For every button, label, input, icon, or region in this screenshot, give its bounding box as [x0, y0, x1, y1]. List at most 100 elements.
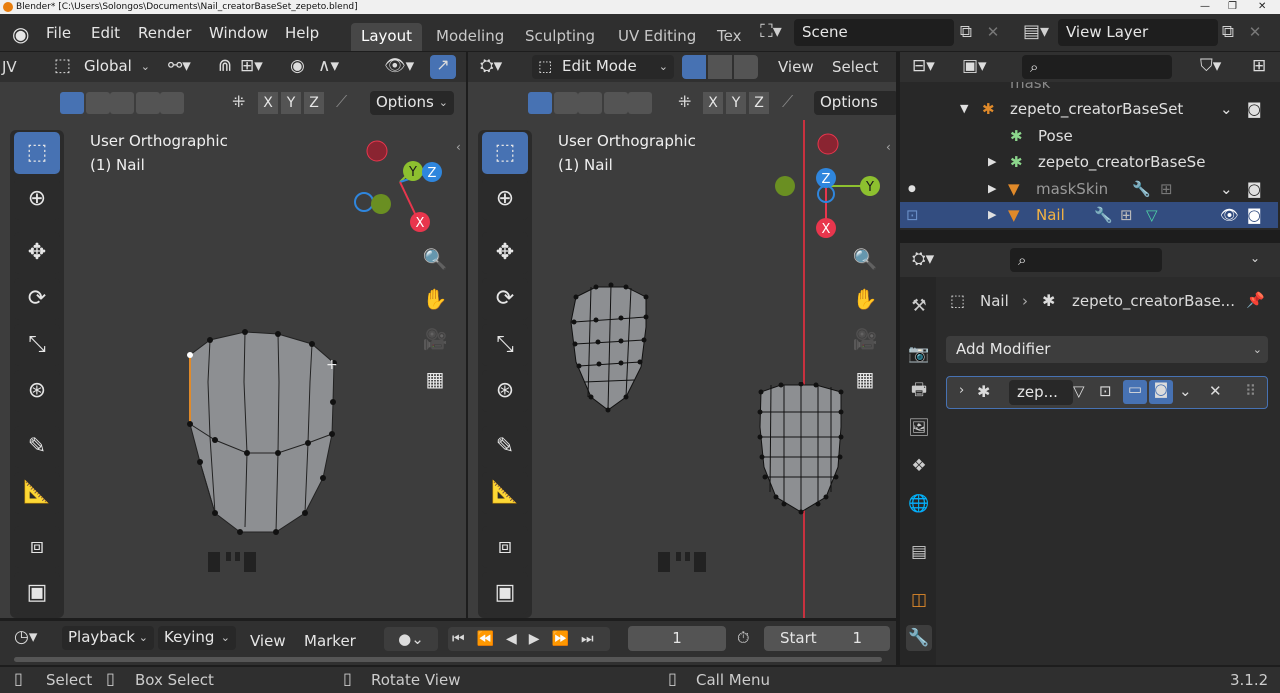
new-scene-icon[interactable]: ⧉: [954, 19, 978, 45]
axis-gizmo-left[interactable]: Y Z X: [350, 134, 450, 234]
add-cube-tool[interactable]: ⧈: [482, 526, 528, 568]
keying-dropdown[interactable]: Keying ⌄: [158, 626, 236, 650]
select-box-tool[interactable]: ⬚: [482, 132, 528, 174]
select-mode-subtract-icon[interactable]: [110, 92, 134, 114]
timeline-scrollbar[interactable]: [14, 657, 882, 662]
sidebar-toggle-icon[interactable]: ‹: [456, 140, 461, 154]
tab-modeling[interactable]: Modeling: [426, 23, 514, 51]
select-mode-extend-icon[interactable]: [554, 92, 578, 114]
select-mode-new-icon[interactable]: [60, 92, 84, 114]
pan-hand-icon[interactable]: ✋: [848, 282, 882, 316]
remove-modifier-icon[interactable]: ✕: [1209, 382, 1222, 400]
tab-layout[interactable]: Layout: [351, 23, 422, 51]
render-camera-icon[interactable]: ◙: [1247, 176, 1262, 202]
display-mode-icon[interactable]: ▣▾: [962, 56, 987, 76]
menu-render[interactable]: Render: [138, 24, 191, 42]
chevron-right-icon[interactable]: ▶: [988, 176, 996, 202]
viewport-right[interactable]: ⛭▾ ⬚ Edit Mode ⌄ View Select ⁜ X Y Z ⟋ Opt…: [468, 52, 896, 618]
rotate-tool[interactable]: ⟳: [482, 278, 528, 320]
mirror-x-button[interactable]: X: [703, 92, 723, 114]
playback-dropdown[interactable]: Playback ⌄: [62, 626, 154, 650]
outliner-row-armature-data[interactable]: ▶ ✱ zepeto_creatorBaseSe: [900, 149, 1278, 175]
cursor-tool[interactable]: ⊕: [14, 178, 60, 220]
scale-tool[interactable]: ⤡: [482, 324, 528, 366]
measure-tool[interactable]: 📐: [14, 472, 60, 514]
view-layer-selector-icon[interactable]: ▤▾: [1016, 19, 1056, 45]
maximize-icon[interactable]: ❐: [1228, 0, 1237, 14]
proportional-edit-icon[interactable]: ◉: [290, 56, 305, 76]
mirror-y-button[interactable]: Y: [281, 92, 301, 114]
falloff-icon[interactable]: ∧▾: [318, 56, 339, 76]
scene-tab-icon[interactable]: ❖: [906, 453, 932, 479]
visibility-icon[interactable]: 👁▾: [384, 56, 414, 76]
close-window-icon[interactable]: ✕: [1258, 0, 1266, 14]
menu-help[interactable]: Help: [285, 24, 319, 42]
select-mode-invert-icon[interactable]: [604, 92, 628, 114]
collection-tab-icon[interactable]: ▤: [906, 539, 932, 565]
outliner-row-mask[interactable]: mask: [900, 82, 1278, 96]
camera-icon[interactable]: 🎥: [418, 322, 452, 356]
start-frame-field[interactable]: Start 1: [764, 626, 890, 651]
menu-select[interactable]: Select: [832, 58, 878, 76]
extrude-tool[interactable]: ▣: [482, 572, 528, 614]
modifier-name-field[interactable]: zep...: [1009, 380, 1073, 405]
auto-merge-icon[interactable]: ⟋: [782, 92, 793, 112]
transform-tool[interactable]: ⊛: [14, 370, 60, 412]
orientation-dropdown[interactable]: Global ⌄: [78, 55, 156, 79]
render-camera-icon[interactable]: ◙: [1247, 202, 1262, 228]
select-mode-intersect-icon[interactable]: [160, 92, 184, 114]
chevron-down-icon[interactable]: ▼: [960, 96, 968, 122]
view-layer-tab-icon[interactable]: 🖼: [906, 415, 932, 441]
playback-controls[interactable]: ⏮⏪◀▶⏩⏭: [448, 627, 610, 651]
scene-selector-icon[interactable]: ⛶▾: [752, 19, 790, 45]
delete-scene-icon[interactable]: ✕: [982, 19, 1004, 45]
tab-sculpting[interactable]: Sculpting: [515, 23, 605, 51]
menu-edit[interactable]: Edit: [91, 24, 120, 42]
add-modifier-dropdown[interactable]: Add Modifier ⌄: [946, 336, 1268, 363]
chevron-right-icon[interactable]: ▶: [988, 202, 996, 228]
chevron-right-icon[interactable]: ›: [959, 383, 964, 398]
timeline-view-menu[interactable]: View: [250, 629, 286, 653]
annotate-tool[interactable]: ✎: [14, 426, 60, 468]
options-dropdown-left[interactable]: Options ⌄: [370, 91, 454, 115]
move-tool[interactable]: ✥: [14, 232, 60, 274]
mirror-z-button[interactable]: Z: [749, 92, 769, 114]
select-mode-subtract-icon[interactable]: [578, 92, 602, 114]
rotate-tool[interactable]: ⟳: [14, 278, 60, 320]
outliner-row-maskskin[interactable]: ● ▶ ▼ maskSkin 🔧 ⊞ ⌄ ◙: [900, 176, 1278, 202]
camera-icon[interactable]: 🎥: [848, 322, 882, 356]
snap-magnet-icon[interactable]: ⋒: [218, 56, 232, 76]
drag-handle-icon[interactable]: ⠿: [1245, 382, 1256, 400]
eye-icon[interactable]: 👁: [1220, 202, 1239, 228]
menu-view[interactable]: View: [778, 58, 814, 76]
add-cube-tool[interactable]: ⧈: [14, 526, 60, 568]
auto-merge-icon[interactable]: ⟋: [336, 92, 347, 112]
view-layer-name-field[interactable]: View Layer: [1058, 19, 1218, 46]
outliner-row-armature[interactable]: ▼ ✱ zepeto_creatorBaseSet ⌄ ◙: [900, 96, 1278, 122]
outliner-search-input[interactable]: ⌕: [1022, 55, 1172, 79]
nail-mesh-right-b[interactable]: [756, 382, 846, 517]
auto-keying-icon[interactable]: ●⌄: [384, 627, 438, 651]
cursor-tool[interactable]: ⊕: [482, 178, 528, 220]
outliner-row-nail[interactable]: ⊡ ▶ ▼ Nail 🔧 ⊞ ▽ 👁 ◙: [900, 202, 1278, 228]
properties-search-input[interactable]: ⌕: [1010, 248, 1162, 272]
render-toggle-icon[interactable]: ◙: [1149, 380, 1173, 404]
axis-gizmo-right[interactable]: Y Z X: [768, 130, 888, 240]
zoom-icon[interactable]: 🔍: [418, 242, 452, 276]
timeline-marker-menu[interactable]: Marker: [304, 629, 356, 653]
viewport-left[interactable]: JV ⬚ Global ⌄ ⚯▾ ⋒ ⊞▾ ◉ ∧▾ 👁▾ ↗ ⁜ X Y Z ⟋…: [0, 52, 466, 618]
options-dropdown-right[interactable]: Options: [814, 91, 896, 115]
transform-tool[interactable]: ⊛: [482, 370, 528, 412]
pivot-point-icon[interactable]: ⚯▾: [168, 56, 191, 76]
select-mode-intersect-icon[interactable]: [628, 92, 652, 114]
grid-toggle-icon[interactable]: ▦: [418, 362, 452, 396]
mirror-y-button[interactable]: Y: [726, 92, 746, 114]
tab-uv-editing[interactable]: UV Editing: [608, 23, 706, 51]
nail-mesh-left[interactable]: +: [180, 322, 350, 542]
extrude-tool[interactable]: ▣: [14, 572, 60, 614]
pin-icon[interactable]: 📌: [1246, 291, 1265, 309]
measure-tool[interactable]: 📐: [482, 472, 528, 514]
select-mode-extend-icon[interactable]: [86, 92, 110, 114]
timeline-editor-type-icon[interactable]: ◷▾: [14, 627, 37, 647]
visibility-toggle-icon[interactable]: ⌄: [1220, 96, 1233, 122]
